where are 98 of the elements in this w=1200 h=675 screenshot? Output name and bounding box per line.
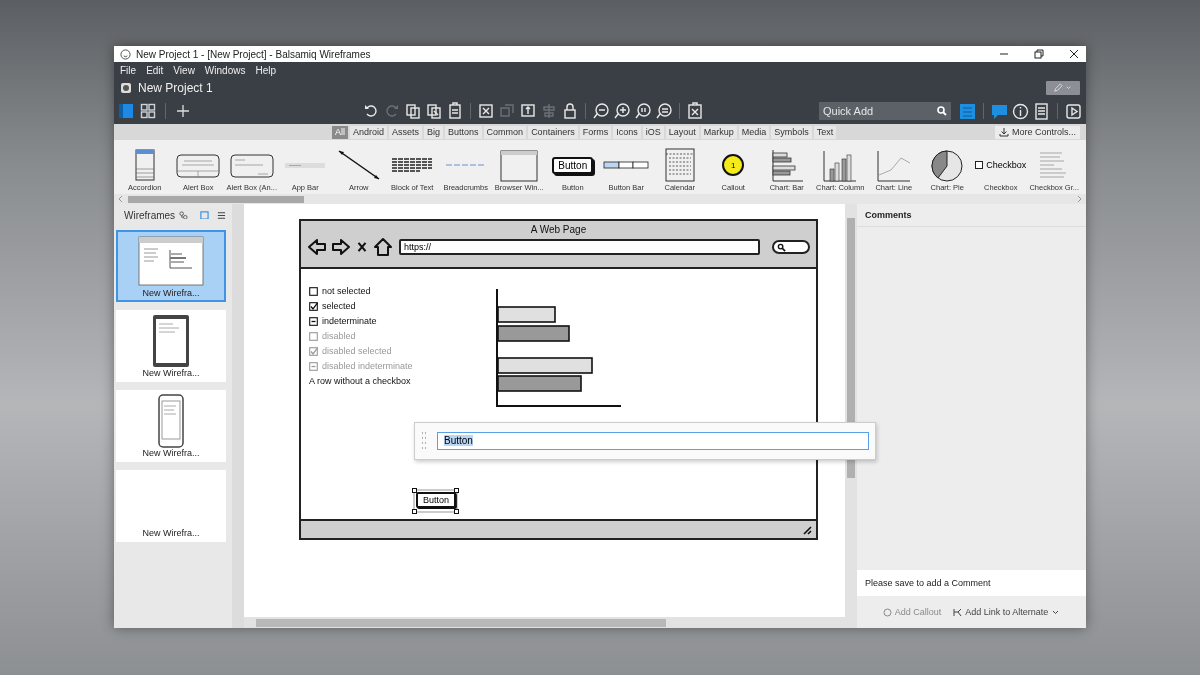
scrollbar-track[interactable] bbox=[232, 204, 244, 628]
zoom-out-icon[interactable] bbox=[592, 102, 610, 120]
category-tab[interactable]: Containers bbox=[528, 125, 578, 139]
grid-view-icon[interactable] bbox=[140, 103, 156, 119]
download-icon bbox=[998, 127, 1009, 137]
more-controls-button[interactable]: More Controls... bbox=[994, 125, 1080, 139]
category-tab[interactable]: Layout bbox=[665, 125, 699, 139]
scrollbar-thumb[interactable] bbox=[256, 618, 666, 627]
category-tab[interactable]: Symbols bbox=[771, 125, 812, 139]
add-link-button[interactable]: Add Link to Alternate bbox=[953, 607, 1061, 617]
branch-icon bbox=[953, 607, 963, 617]
wireframe-page[interactable]: New Wirefra... bbox=[116, 470, 226, 542]
properties-panel-icon[interactable] bbox=[959, 102, 976, 120]
quick-add-field[interactable]: Quick Add bbox=[819, 102, 951, 120]
single-page-view-icon[interactable] bbox=[118, 103, 134, 119]
page-label: New Wirefra... bbox=[142, 288, 200, 298]
menu-item[interactable]: Help bbox=[255, 64, 276, 76]
scrollbar-thumb[interactable] bbox=[847, 218, 855, 478]
duplicate-icon[interactable] bbox=[425, 102, 443, 120]
callout-thumbnail[interactable]: 1 bbox=[722, 154, 745, 176]
window-title: New Project 1 - [New Project] - Balsamiq Wireframes bbox=[136, 48, 371, 60]
panel-title: Comments bbox=[857, 204, 1086, 227]
url-field[interactable]: https:// bbox=[399, 239, 760, 255]
checkbox-label: not selected bbox=[322, 286, 371, 296]
checkbox[interactable] bbox=[309, 316, 318, 326]
comment-notice: Please save to add a Comment bbox=[857, 570, 1086, 596]
menu-item[interactable]: Windows bbox=[204, 64, 246, 76]
row-text: A row without a checkbox bbox=[309, 376, 411, 386]
category-tab[interactable]: Forms bbox=[579, 125, 612, 139]
checkbox[interactable] bbox=[309, 301, 318, 311]
category-tab[interactable]: Assets bbox=[389, 125, 423, 139]
wireframe-page[interactable]: New Wirefra... bbox=[116, 230, 226, 302]
group-icon[interactable] bbox=[477, 102, 495, 120]
resize-grip-icon[interactable] bbox=[802, 524, 812, 535]
checkbox-label: disabled bbox=[322, 331, 356, 341]
link-icon[interactable] bbox=[179, 210, 189, 220]
category-tab[interactable]: Big bbox=[424, 125, 444, 139]
close-icon[interactable] bbox=[1068, 48, 1080, 60]
arrow-thumbnail bbox=[338, 150, 380, 180]
category-tab[interactable]: Icons bbox=[613, 125, 641, 139]
category-tab[interactable]: Buttons bbox=[445, 125, 482, 139]
search-icon bbox=[777, 242, 786, 252]
chart-bar bbox=[497, 306, 556, 323]
forward-arrow-icon[interactable] bbox=[331, 237, 351, 257]
lock-icon[interactable] bbox=[561, 102, 579, 120]
project-title: New Project 1 bbox=[138, 81, 213, 95]
wireframe-button[interactable]: Button bbox=[416, 492, 457, 508]
scrollbar-thumb[interactable] bbox=[128, 195, 304, 203]
page-label: New Wirefra... bbox=[142, 448, 200, 458]
play-icon[interactable] bbox=[1065, 102, 1082, 120]
thumbnail-view-icon[interactable] bbox=[200, 210, 210, 220]
zoom-fit-icon[interactable] bbox=[655, 102, 673, 120]
category-tab[interactable]: Android bbox=[350, 125, 388, 139]
browser-wireframe-thumbnail bbox=[136, 234, 206, 288]
restore-icon[interactable] bbox=[1033, 48, 1045, 60]
menu-item[interactable]: Edit bbox=[146, 64, 164, 76]
wireframe-page[interactable]: New Wirefra... bbox=[116, 390, 226, 462]
checkbox-label: disabled selected bbox=[322, 346, 392, 356]
info-icon[interactable] bbox=[1012, 102, 1029, 120]
menu-item[interactable]: View bbox=[173, 64, 195, 76]
circle-icon bbox=[882, 607, 892, 617]
page-title: A Web Page bbox=[530, 224, 587, 235]
checkbox-icon[interactable] bbox=[975, 161, 984, 169]
wireframe-page[interactable]: New Wirefra... bbox=[116, 310, 226, 382]
checkbox[interactable] bbox=[309, 286, 318, 296]
search-icon[interactable] bbox=[937, 106, 947, 116]
checkbox-label: disabled indeterminate bbox=[322, 361, 413, 371]
add-icon[interactable] bbox=[175, 103, 191, 119]
clipboard-icon[interactable] bbox=[446, 102, 464, 120]
back-arrow-icon[interactable] bbox=[307, 237, 327, 257]
category-tab[interactable]: Media bbox=[738, 125, 770, 139]
menu-item[interactable]: File bbox=[120, 64, 137, 76]
delete-icon[interactable] bbox=[686, 102, 704, 120]
page-label: New Wirefra... bbox=[142, 368, 200, 378]
button-thumbnail[interactable]: Button bbox=[552, 156, 594, 174]
text-input-field[interactable]: Button bbox=[437, 432, 869, 450]
category-tab[interactable]: Text bbox=[813, 125, 837, 139]
panel-title: Wireframes bbox=[124, 209, 176, 221]
checkbox-thumbnail-label[interactable]: Checkbox bbox=[986, 160, 1027, 170]
zoom-actual-icon[interactable] bbox=[634, 102, 652, 120]
page-label: New Wirefra... bbox=[142, 528, 200, 538]
app-icon bbox=[120, 48, 131, 60]
drag-handle-icon[interactable] bbox=[421, 431, 427, 451]
search-field[interactable] bbox=[772, 240, 810, 254]
checkbox-label: selected bbox=[322, 301, 356, 311]
category-tab[interactable]: Markup bbox=[700, 125, 737, 139]
zoom-in-icon[interactable] bbox=[613, 102, 631, 120]
checkbox-label: indeterminate bbox=[322, 316, 377, 326]
copy-icon[interactable] bbox=[404, 102, 422, 120]
home-icon[interactable] bbox=[373, 237, 393, 257]
project-icon bbox=[120, 82, 132, 94]
category-tab[interactable]: Common bbox=[483, 125, 527, 139]
list-view-icon[interactable] bbox=[217, 210, 226, 220]
list-icon[interactable] bbox=[1033, 102, 1050, 120]
category-tab[interactable]: iOS bbox=[642, 125, 664, 139]
resize-icon[interactable] bbox=[519, 102, 537, 120]
selection-handles-drawing[interactable] bbox=[412, 488, 459, 514]
undo-icon[interactable] bbox=[362, 102, 380, 120]
